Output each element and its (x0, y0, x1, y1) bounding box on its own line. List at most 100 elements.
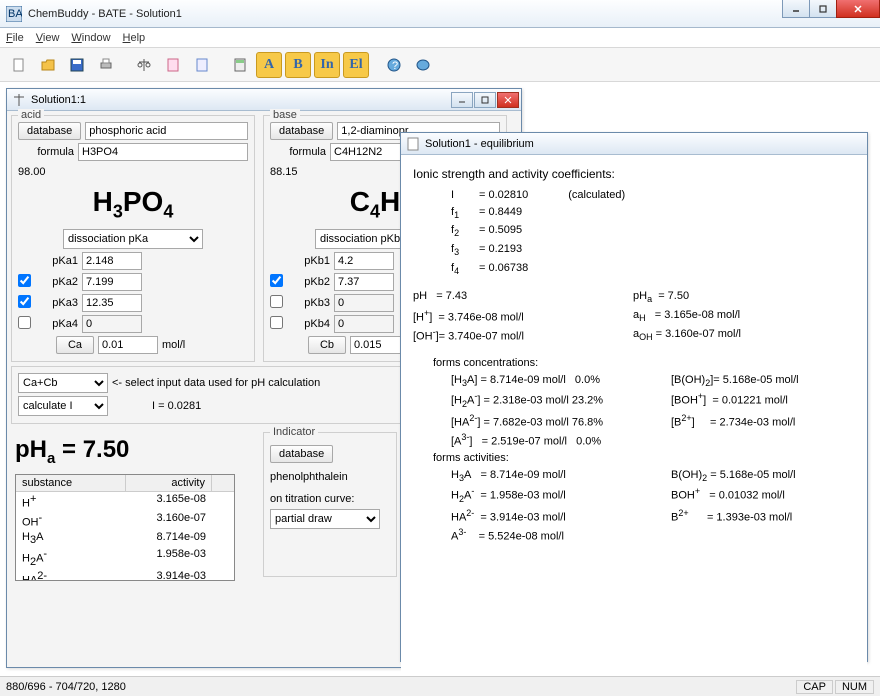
workspace: Solution1:1 acid database formula 98.00 … (0, 82, 880, 676)
db-electrode-button[interactable]: El (343, 52, 369, 78)
input-data-select[interactable]: Ca+Cb (18, 373, 108, 393)
pka-label-3: pKa4 (40, 318, 78, 330)
pkb-input-0[interactable] (334, 252, 394, 270)
ionic-header: Ionic strength and activity coefficients… (413, 165, 855, 183)
base-formula-label: formula (270, 146, 326, 158)
table-row[interactable]: OH- (16, 511, 126, 530)
species-rows[interactable]: H+3.165e-08OH-3.160e-07H3A8.714e-09H2A-1… (16, 492, 234, 580)
conc-header: forms concentrations: (433, 355, 855, 372)
solution-title: Solution1:1 (31, 94, 86, 106)
acid-database-value[interactable] (85, 122, 248, 140)
pkb-chk-3[interactable] (270, 316, 283, 329)
app-icon: BATE (6, 6, 22, 22)
print-icon[interactable] (93, 52, 119, 78)
acid-big-formula: H3PO4 (18, 180, 248, 229)
help-icon[interactable]: ? (381, 52, 407, 78)
maximize-button[interactable] (809, 0, 837, 18)
pkb-label-3: pKb4 (292, 318, 330, 330)
menu-window[interactable]: Window (71, 32, 110, 44)
mdi-minimize-button[interactable] (451, 92, 473, 108)
pkb-input-2[interactable] (334, 294, 394, 312)
acid-ca-input[interactable] (98, 336, 158, 354)
save-icon[interactable] (64, 52, 90, 78)
acid-formula-label: formula (18, 146, 74, 158)
minimize-button[interactable] (782, 0, 810, 18)
pkb-label-0: pKb1 (292, 255, 330, 267)
open-icon[interactable] (35, 52, 61, 78)
balance-icon[interactable] (131, 52, 157, 78)
pka-input-1[interactable] (82, 273, 142, 291)
pka-input-3[interactable] (82, 315, 142, 333)
pkb-chk-1[interactable] (270, 274, 283, 287)
db-indicator-button[interactable]: In (314, 52, 340, 78)
base-cb-button[interactable]: Cb (308, 336, 346, 354)
pka-chk-3[interactable] (18, 316, 31, 329)
pka-label-0: pKa1 (40, 255, 78, 267)
acid-dissoc-select[interactable]: dissociation pKa (63, 229, 203, 249)
menu-help[interactable]: Help (123, 32, 146, 44)
curve-label: on titration curve: (270, 493, 390, 505)
balance-icon (11, 92, 27, 108)
table-row[interactable]: H3A (16, 530, 126, 547)
pkb-label-1: pKb2 (292, 276, 330, 288)
acid-ca-button[interactable]: Ca (56, 336, 94, 354)
ph-display: pHa = 7.50 (7, 428, 259, 475)
table-row[interactable]: H2A- (16, 547, 126, 569)
info-icon[interactable] (410, 52, 436, 78)
species-table: substance activity H+3.165e-08OH-3.160e-… (15, 474, 235, 581)
calc-mode-select[interactable]: calculate I (18, 396, 108, 416)
toolbar: A B In El ? (0, 48, 880, 82)
indicator-group: Indicator database phenolphthalein on ti… (263, 432, 397, 578)
input-hint: <- select input data used for pH calcula… (112, 377, 320, 389)
doc1-icon[interactable] (160, 52, 186, 78)
doc2-icon[interactable] (189, 52, 215, 78)
indicator-database-button[interactable]: database (270, 445, 333, 463)
indicator-name: phenolphthalein (270, 471, 390, 483)
status-num: NUM (835, 680, 874, 694)
table-row[interactable]: H+ (16, 492, 126, 511)
new-icon[interactable] (6, 52, 32, 78)
equilibrium-title: Solution1 - equilibrium (425, 138, 534, 150)
close-button[interactable] (836, 0, 880, 18)
acid-unit: mol/l (162, 339, 185, 351)
acid-database-button[interactable]: database (18, 122, 81, 140)
mdi-maximize-button[interactable] (474, 92, 496, 108)
pka-chk-1[interactable] (18, 274, 31, 287)
equilibrium-window: Solution1 - equilibrium Ionic strength a… (400, 132, 868, 662)
menu-file[interactable]: File (6, 32, 24, 44)
pka-input-2[interactable] (82, 294, 142, 312)
svg-text:BATE: BATE (8, 8, 22, 20)
pka-input-0[interactable] (82, 252, 142, 270)
acid-label: acid (18, 109, 44, 121)
db-base-button[interactable]: B (285, 52, 311, 78)
indicator-label: Indicator (270, 426, 318, 438)
base-database-button[interactable]: database (270, 122, 333, 140)
pkb-chk-2[interactable] (270, 295, 283, 308)
pkb-input-1[interactable] (334, 273, 394, 291)
menu-view[interactable]: View (36, 32, 60, 44)
ionic-strength-value: I = 0.0281 (152, 400, 201, 412)
db-acid-button[interactable]: A (256, 52, 282, 78)
status-cap: CAP (796, 680, 833, 694)
pkb-input-3[interactable] (334, 315, 394, 333)
pka-label-1: pKa2 (40, 276, 78, 288)
acid-group: acid database formula 98.00 H3PO4 dissoc… (11, 115, 255, 362)
table-row[interactable]: HA2- (16, 569, 126, 581)
calc-icon[interactable] (227, 52, 253, 78)
base-label: base (270, 109, 300, 121)
window-title: ChemBuddy - BATE - Solution1 (28, 8, 182, 20)
pka-label-2: pKa3 (40, 297, 78, 309)
curve-select[interactable]: partial draw (270, 509, 380, 529)
mdi-close-button[interactable] (497, 92, 519, 108)
statusbar: 880/696 - 704/720, 1280 CAP NUM (0, 676, 880, 696)
col-activity[interactable]: activity (126, 475, 212, 491)
acid-mw: 98.00 (18, 164, 248, 180)
pka-chk-2[interactable] (18, 295, 31, 308)
acid-formula-input[interactable] (78, 143, 248, 161)
pkb-label-2: pKb3 (292, 297, 330, 309)
equilibrium-body: Ionic strength and activity coefficients… (401, 155, 867, 683)
svg-text:?: ? (392, 60, 398, 72)
act-header: forms activities: (433, 450, 855, 467)
titlebar: BATE ChemBuddy - BATE - Solution1 (0, 0, 880, 28)
col-substance[interactable]: substance (16, 475, 126, 491)
